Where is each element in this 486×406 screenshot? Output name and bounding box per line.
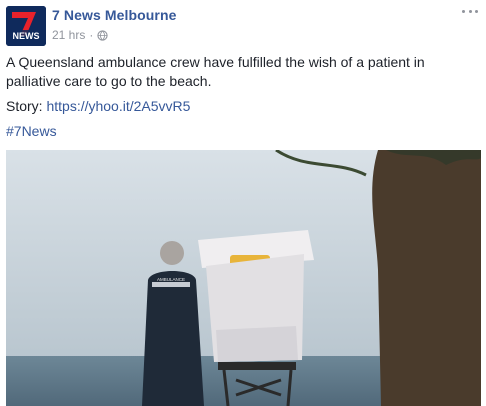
tree-trunk [372, 150, 481, 406]
avatar-wordmark: NEWS [13, 31, 40, 41]
hashtag-link[interactable]: #7News [6, 123, 57, 139]
seven-news-logo-icon: NEWS [6, 6, 46, 46]
beach-photo-image: AMBULANCE [6, 150, 481, 406]
post-meta: 21 hrs · [52, 28, 108, 42]
post-timestamp[interactable]: 21 hrs [52, 28, 85, 42]
post-body-text: A Queensland ambulance crew have fulfill… [6, 54, 425, 89]
page-avatar[interactable]: NEWS [6, 6, 46, 46]
story-label: Story: [6, 98, 43, 114]
meta-separator: · [89, 28, 94, 42]
hashtag-line: #7News [6, 122, 476, 141]
facebook-post: NEWS 7 News Melbourne 21 hrs · A Queensl… [0, 0, 486, 406]
page-name-link[interactable]: 7 News Melbourne [52, 7, 177, 23]
uniform-label: AMBULANCE [157, 277, 185, 282]
story-line: Story: https://yhoo.it/2A5vvR5 [6, 97, 476, 116]
post-photo[interactable]: AMBULANCE [6, 150, 481, 406]
globe-icon[interactable] [97, 29, 108, 41]
story-link[interactable]: https://yhoo.it/2A5vvR5 [46, 98, 190, 114]
more-options-icon[interactable] [462, 6, 478, 16]
